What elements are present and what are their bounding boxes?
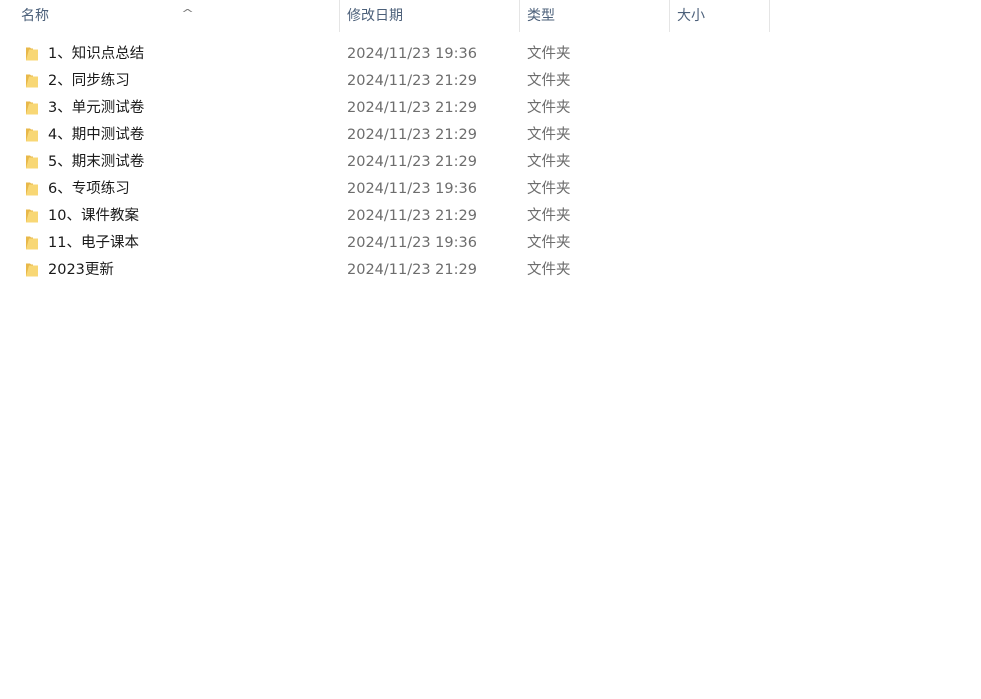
file-list-row[interactable]: 2023更新 2024/11/23 21:29 文件夹 [0,257,770,284]
file-list: 1、知识点总结 2024/11/23 19:36 文件夹 2、同步练习 2024/11/… [0,41,770,284]
file-modified-date: 2024/11/23 21:29 [347,208,477,224]
file-modified-date: 2024/11/23 21:29 [347,262,477,278]
column-header-row: 名称 ^ 修改日期 类型 大小 [0,0,770,32]
file-list-row[interactable]: 11、电子课本 2024/11/23 19:36 文件夹 [0,230,770,257]
file-name: 3、单元测试卷 [48,100,145,116]
file-type: 文件夹 [527,100,571,116]
folder-icon [26,209,38,223]
file-list-row[interactable]: 3、单元测试卷 2024/11/23 21:29 文件夹 [0,95,770,122]
file-modified-date: 2024/11/23 19:36 [347,46,477,62]
sort-ascending-icon: ^ [181,7,195,20]
file-name: 11、电子课本 [48,235,139,251]
file-modified-date: 2024/11/23 19:36 [347,181,477,197]
folder-icon [26,236,38,250]
folder-icon [26,74,38,88]
folder-icon [26,182,38,196]
file-list-row[interactable]: 10、课件教案 2024/11/23 21:29 文件夹 [0,203,770,230]
file-type: 文件夹 [527,127,571,143]
file-name: 4、期中测试卷 [48,127,145,143]
file-type: 文件夹 [527,262,571,278]
column-header-size[interactable]: 大小 [670,0,770,32]
file-type: 文件夹 [527,235,571,251]
column-header-size-label: 大小 [677,8,705,24]
file-name: 5、期末测试卷 [48,154,145,170]
column-header-type-label: 类型 [527,8,555,24]
file-type: 文件夹 [527,154,571,170]
folder-icon [26,101,38,115]
file-modified-date: 2024/11/23 19:36 [347,235,477,251]
folder-icon [26,128,38,142]
file-name: 2023更新 [48,262,114,278]
file-list-row[interactable]: 5、期末测试卷 2024/11/23 21:29 文件夹 [0,149,770,176]
file-type: 文件夹 [527,73,571,89]
file-modified-date: 2024/11/23 21:29 [347,100,477,116]
file-name: 6、专项练习 [48,181,130,197]
column-header-date-label: 修改日期 [347,8,403,24]
file-type: 文件夹 [527,46,571,62]
folder-icon [26,263,38,277]
file-list-row[interactable]: 2、同步练习 2024/11/23 21:29 文件夹 [0,68,770,95]
folder-icon [26,47,38,61]
file-name: 10、课件教案 [48,208,139,224]
file-modified-date: 2024/11/23 21:29 [347,127,477,143]
column-header-date[interactable]: 修改日期 [340,0,520,32]
file-modified-date: 2024/11/23 21:29 [347,73,477,89]
column-header-name[interactable]: 名称 ^ [14,0,340,32]
file-type: 文件夹 [527,208,571,224]
folder-icon [26,155,38,169]
file-name: 1、知识点总结 [48,46,145,62]
file-type: 文件夹 [527,181,571,197]
file-list-view: 名称 ^ 修改日期 类型 大小 1、知识点总结 2024/11/23 19:36 文… [0,0,981,699]
column-header-name-label: 名称 [21,8,49,24]
file-list-row[interactable]: 1、知识点总结 2024/11/23 19:36 文件夹 [0,41,770,68]
file-name: 2、同步练习 [48,73,130,89]
file-list-row[interactable]: 6、专项练习 2024/11/23 19:36 文件夹 [0,176,770,203]
file-modified-date: 2024/11/23 21:29 [347,154,477,170]
file-list-row[interactable]: 4、期中测试卷 2024/11/23 21:29 文件夹 [0,122,770,149]
column-header-type[interactable]: 类型 [520,0,670,32]
